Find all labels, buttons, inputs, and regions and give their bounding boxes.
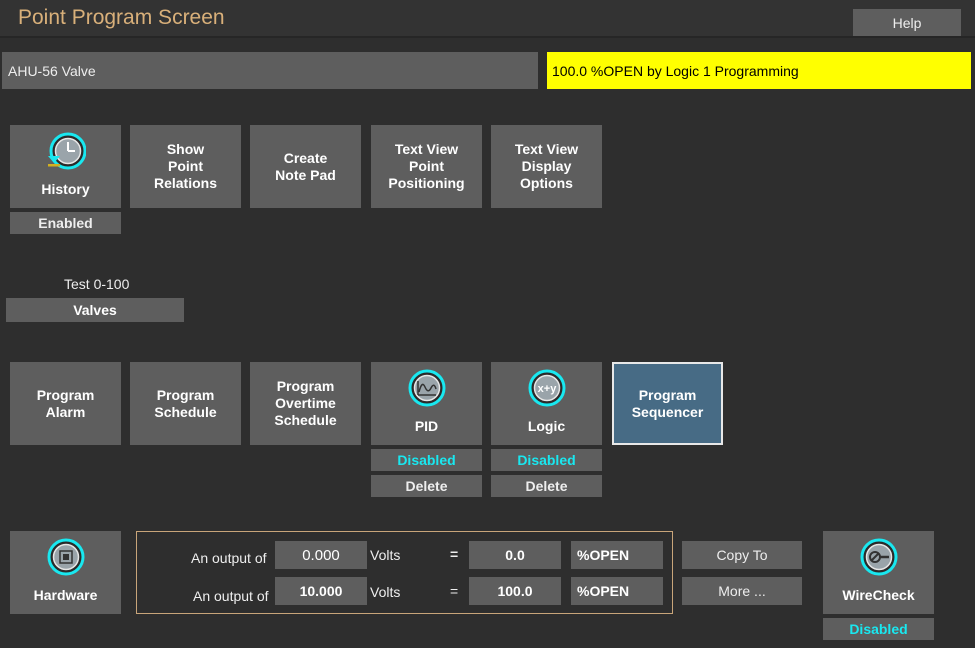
point-status-display: 100.0 %OPEN by Logic 1 Programming	[547, 52, 971, 89]
program-overtime-schedule-button[interactable]: Program Overtime Schedule	[250, 362, 361, 445]
output-unit-field-1[interactable]: %OPEN	[571, 541, 663, 569]
input-value-field-1[interactable]: 0.000	[275, 541, 367, 569]
pid-label: PID	[414, 418, 439, 434]
program-sequencer-button[interactable]: Program Sequencer	[612, 362, 723, 445]
scaling-row-2-equals: =	[450, 583, 459, 599]
scaling-row-1-unit: Volts	[370, 547, 401, 563]
logic-delete-button[interactable]: Delete	[491, 475, 602, 497]
text-view-display-options-button[interactable]: Text View Display Options	[491, 125, 602, 208]
scaling-row-1-equals: =	[450, 546, 459, 562]
wirecheck-status-badge[interactable]: Disabled	[823, 618, 934, 640]
hardware-chip-icon	[47, 538, 84, 576]
more-button[interactable]: More ...	[682, 577, 802, 605]
input-value-field-2[interactable]: 10.000	[275, 577, 367, 605]
pid-graph-icon	[408, 369, 445, 407]
point-name-field[interactable]: AHU-56 Valve	[2, 52, 538, 89]
help-button[interactable]: Help	[853, 9, 961, 36]
wirecheck-icon	[860, 538, 897, 576]
hardware-button[interactable]: Hardware	[10, 531, 121, 614]
output-value-field-2[interactable]: 100.0	[469, 577, 561, 605]
page-title: Point Program Screen	[18, 6, 225, 29]
scaling-row-1-prefix: An output of	[191, 550, 267, 566]
logic-icon-text: x+y	[537, 383, 557, 395]
program-alarm-button[interactable]: Program Alarm	[10, 362, 121, 445]
output-value-field-1[interactable]: 0.0	[469, 541, 561, 569]
logic-xy-icon: x+y	[528, 369, 565, 407]
range-label: Test 0-100	[64, 276, 130, 292]
wirecheck-button[interactable]: WireCheck	[823, 531, 934, 614]
hardware-label: Hardware	[33, 587, 98, 603]
program-schedule-button[interactable]: Program Schedule	[130, 362, 241, 445]
copy-to-button[interactable]: Copy To	[682, 541, 802, 569]
history-button[interactable]: History	[10, 125, 121, 208]
logic-status-badge[interactable]: Disabled	[491, 449, 602, 471]
history-label: History	[41, 181, 90, 197]
output-unit-field-2[interactable]: %OPEN	[571, 577, 663, 605]
scaling-row-2-prefix: An output of	[193, 588, 269, 604]
wirecheck-label: WireCheck	[842, 587, 915, 603]
pid-status-badge[interactable]: Disabled	[371, 449, 482, 471]
scaling-row-2-unit: Volts	[370, 584, 401, 600]
history-status-badge[interactable]: Enabled	[10, 212, 121, 234]
logic-button[interactable]: x+y Logic	[491, 362, 602, 445]
pid-delete-button[interactable]: Delete	[371, 475, 482, 497]
range-type-button[interactable]: Valves	[6, 298, 184, 322]
pid-button[interactable]: PID	[371, 362, 482, 445]
logic-label: Logic	[527, 418, 566, 434]
create-note-pad-button[interactable]: Create Note Pad	[250, 125, 361, 208]
text-view-point-positioning-button[interactable]: Text View Point Positioning	[371, 125, 482, 208]
show-point-relations-button[interactable]: Show Point Relations	[130, 125, 241, 208]
history-clock-icon	[47, 132, 86, 170]
